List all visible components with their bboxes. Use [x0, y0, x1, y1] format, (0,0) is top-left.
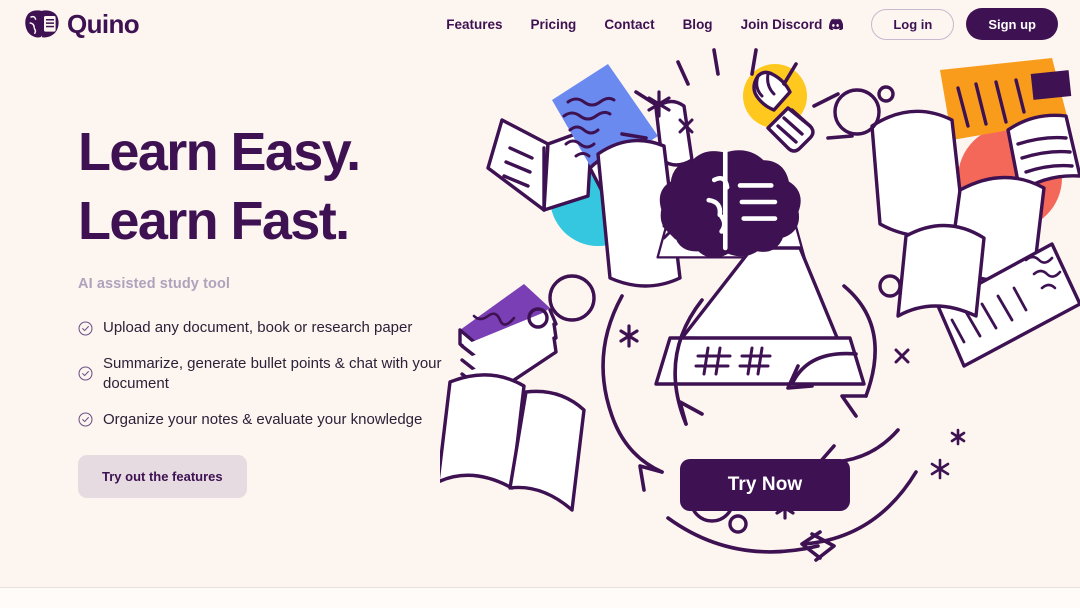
asterisk-tiny-2: [930, 458, 950, 480]
hero-subtitle: AI assisted study tool: [78, 276, 231, 293]
try-features-button[interactable]: Try out the features: [78, 455, 247, 499]
arrow-curve-left: [601, 294, 664, 474]
arrow-head-left: [638, 464, 664, 492]
feature-text: Summarize, generate bullet points & chat…: [103, 355, 442, 392]
nav-link-pricing[interactable]: Pricing: [531, 17, 577, 32]
flying-page-f: [896, 223, 986, 318]
asterisk-tiny: [950, 428, 966, 446]
arrow-curve-bottom: [666, 516, 820, 554]
feature-list: Upload any document, book or research pa…: [78, 318, 498, 429]
brand-logo[interactable]: Quino: [24, 9, 140, 39]
feature-item: Summarize, generate bullet points & chat…: [78, 354, 498, 394]
try-now-button[interactable]: Try Now: [680, 459, 850, 511]
nav-link-label: Pricing: [530, 16, 577, 32]
brand-name: Quino: [67, 9, 140, 39]
hero-section: Learn Easy. Learn Fast. AI assisted stud…: [0, 48, 1080, 587]
nav-right-group: Features Pricing Contact Blog Join Disco…: [446, 8, 1058, 40]
nav-link-label: Blog: [682, 16, 713, 32]
nav-links: Features Pricing Contact Blog Join Disco…: [446, 17, 844, 32]
headline-line-2: Learn Fast.: [78, 191, 350, 252]
nav-link-join-discord[interactable]: Join Discord: [741, 17, 844, 32]
nav-link-features[interactable]: Features: [446, 17, 502, 32]
nav-link-contact[interactable]: Contact: [604, 17, 654, 32]
top-navigation-bar: Quino Features Pricing Contact Blog Join…: [0, 0, 1080, 48]
hero-copy-column: Learn Easy. Learn Fast. AI assisted stud…: [78, 118, 498, 499]
feature-text: Upload any document, book or research pa…: [103, 319, 413, 337]
footer-strip: [0, 588, 1080, 608]
nav-link-label: Join Discord: [740, 16, 823, 32]
brain-document-icon: [25, 10, 59, 38]
feature-item: Upload any document, book or research pa…: [78, 318, 498, 338]
cross-mark-3: [894, 348, 910, 364]
nav-link-label: Features: [446, 16, 503, 32]
laptop-body: [654, 246, 866, 386]
feature-item: Organize your notes & evaluate your know…: [78, 410, 498, 430]
arrow-head-left2: [678, 400, 704, 426]
nav-link-label: Contact: [604, 16, 655, 32]
check-circle-icon: [78, 321, 93, 336]
check-circle-icon: [78, 366, 93, 381]
asterisk-small: [619, 324, 639, 348]
feature-text: Organize your notes & evaluate your know…: [103, 410, 423, 428]
brain-document-badge: [659, 150, 801, 258]
discord-icon: [829, 18, 844, 30]
login-button[interactable]: Log in: [871, 8, 955, 40]
signup-button[interactable]: Sign up: [966, 8, 1058, 40]
check-circle-icon: [78, 412, 93, 427]
nav-link-blog[interactable]: Blog: [683, 17, 713, 32]
flying-page-c: [870, 109, 966, 238]
page-title: Learn Easy. Learn Fast.: [78, 118, 498, 256]
yellow-lightbulb: [743, 64, 815, 153]
arrow-head-right: [840, 394, 868, 418]
headline-line-1: Learn Easy.: [78, 122, 361, 182]
